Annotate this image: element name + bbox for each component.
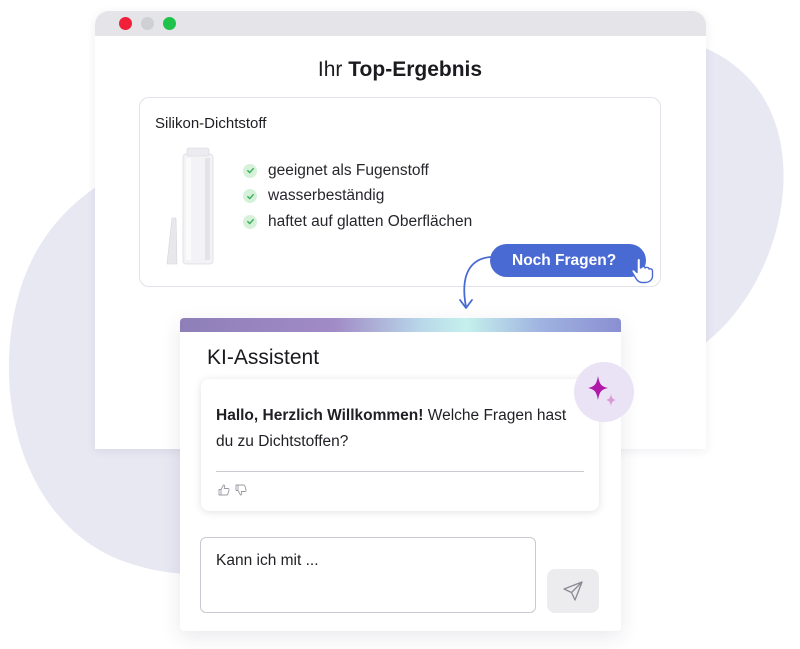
feature-list: geeignet als Fugenstoff wasserbeständig … bbox=[243, 158, 472, 235]
assistant-header-bar bbox=[180, 318, 621, 332]
sparkle-icon bbox=[574, 362, 634, 422]
thumbs-up-icon[interactable] bbox=[218, 484, 230, 496]
assistant-message: Hallo, Herzlich Willkommen! Welche Frage… bbox=[201, 379, 599, 511]
message-divider bbox=[216, 471, 584, 472]
close-window-button[interactable] bbox=[119, 17, 132, 30]
sealant-tube-image bbox=[166, 147, 214, 265]
ask-questions-button[interactable]: Noch Fragen? bbox=[490, 244, 646, 277]
chat-input[interactable]: Kann ich mit ... bbox=[200, 537, 536, 613]
pointer-hand-icon bbox=[631, 257, 654, 284]
checkmark-icon bbox=[243, 163, 257, 178]
send-icon bbox=[563, 581, 583, 601]
feature-item: geeignet als Fugenstoff bbox=[243, 158, 472, 184]
maximize-window-button[interactable] bbox=[163, 17, 176, 30]
feature-item: haftet auf glatten Oberflächen bbox=[243, 209, 472, 235]
ai-assistant-panel: KI-Assistent Hallo, Herzlich Willkommen!… bbox=[180, 318, 634, 631]
thumbs-down-icon[interactable] bbox=[235, 484, 247, 496]
page-title-emphasis: Top-Ergebnis bbox=[348, 58, 483, 81]
send-button[interactable] bbox=[547, 569, 599, 613]
feature-label: geeignet als Fugenstoff bbox=[268, 161, 429, 179]
assistant-message-text: Hallo, Herzlich Willkommen! Welche Frage… bbox=[216, 403, 576, 455]
assistant-title: KI-Assistent bbox=[207, 346, 320, 369]
feature-label: haftet auf glatten Oberflächen bbox=[268, 212, 473, 230]
page-title: Ihr Top-Ergebnis bbox=[0, 58, 800, 82]
page-title-prefix: Ihr bbox=[317, 58, 343, 81]
feature-item: wasserbeständig bbox=[243, 184, 472, 210]
checkmark-icon bbox=[243, 189, 257, 204]
greeting-emphasis: Hallo, Herzlich Willkommen! bbox=[216, 407, 424, 424]
feature-label: wasserbeständig bbox=[268, 187, 385, 205]
window-titlebar bbox=[95, 11, 706, 36]
checkmark-icon bbox=[243, 214, 257, 229]
product-name: Silikon-Dichtstoff bbox=[155, 115, 267, 132]
minimize-window-button[interactable] bbox=[141, 17, 154, 30]
